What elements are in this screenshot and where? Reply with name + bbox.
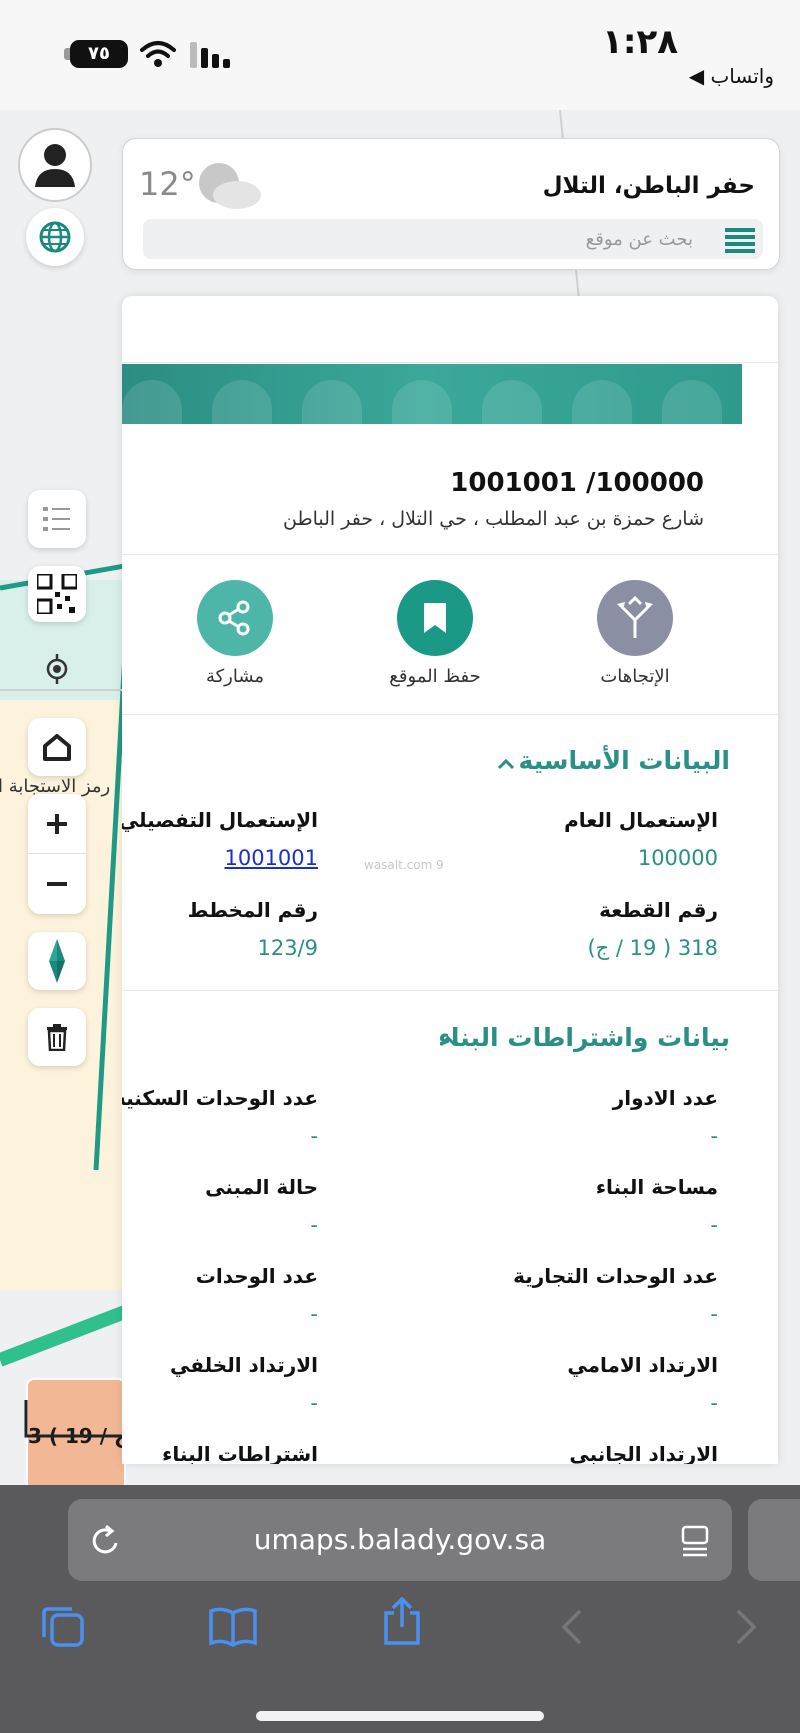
current-location-title: حفر الباطن، التلال <box>542 173 755 199</box>
side-setback-label: الارتداد الجانبي <box>569 1442 718 1464</box>
user-icon <box>35 144 75 187</box>
plan-number-value: 123/9 <box>257 936 318 960</box>
qr-code-icon <box>37 574 77 614</box>
share-sheet-icon[interactable] <box>382 1597 422 1645</box>
battery-icon: ٧٥ <box>70 40 128 68</box>
save-location-button[interactable]: حفظ الموقع <box>360 580 510 687</box>
watermark: wasalt.com 9 <box>364 858 444 872</box>
share-button[interactable]: مشاركة <box>160 580 310 687</box>
directions-button[interactable]: الإتجاهات <box>560 580 710 687</box>
units-count-label: عدد الوحدات <box>195 1264 318 1288</box>
home-indicator <box>256 1711 544 1721</box>
front-setback-value: - <box>710 1391 718 1415</box>
language-button[interactable] <box>26 208 84 266</box>
reader-mode-icon[interactable] <box>680 1525 710 1557</box>
divider <box>122 362 778 363</box>
decorative-banner <box>122 364 742 424</box>
chevron-up-icon[interactable] <box>436 1029 460 1053</box>
bookmark-icon <box>397 580 473 656</box>
home-extent-button[interactable] <box>28 718 86 776</box>
front-setback-label: الارتداد الامامي <box>567 1353 718 1377</box>
status-bar: ١:٢٨ ◀ واتساب ٧٥ <box>0 0 800 110</box>
units-count-value: - <box>310 1302 318 1326</box>
locate-me-button[interactable] <box>28 640 86 698</box>
rear-setback-value: - <box>310 1391 318 1415</box>
compass-icon <box>49 939 65 983</box>
detailed-use-label: الإستعمال التفصيلي <box>122 808 318 832</box>
qr-code-button[interactable] <box>28 566 86 622</box>
zoom-control <box>28 794 86 914</box>
residential-units-label: عدد الوحدات السكنية <box>122 1086 318 1110</box>
detailed-use-link[interactable]: 1001001 <box>224 846 318 870</box>
floors-count-value: - <box>710 1124 718 1148</box>
zoom-out-button[interactable] <box>28 854 86 914</box>
divider <box>122 990 778 991</box>
general-use-label: الإستعمال العام <box>564 808 718 832</box>
commercial-units-value: - <box>710 1302 718 1326</box>
building-info-section-toggle[interactable]: بيانات واشتراطات البناء <box>438 1023 730 1052</box>
parcel-address: شارع حمزة بن عبد المطلب ، حي التلال ، حف… <box>283 508 704 530</box>
back-to-app-link[interactable]: ◀ واتساب <box>689 64 774 88</box>
building-status-label: حالة المبنى <box>205 1175 318 1199</box>
tabs-icon[interactable] <box>40 1605 86 1649</box>
general-use-value: 100000 <box>637 846 718 870</box>
url-text: umaps.balady.gov.sa <box>253 1523 547 1556</box>
compass-button[interactable] <box>28 932 86 990</box>
parcel-number-value: 318 ( 19 / ج) <box>587 936 718 960</box>
share-icon <box>197 580 273 656</box>
forward-arrow-icon[interactable] <box>734 1609 758 1645</box>
parcel-number-label: رقم القطعة <box>599 898 718 922</box>
share-label: مشاركة <box>205 666 265 687</box>
commercial-units-label: عدد الوحدات التجارية <box>513 1264 718 1288</box>
building-requirements-label: اشتراطات البناء <box>162 1442 318 1464</box>
search-card: حفر الباطن، التلال 12° <box>122 138 780 270</box>
basic-info-section-toggle[interactable]: البيانات الأساسية <box>519 746 730 775</box>
divider <box>122 554 778 555</box>
trash-icon <box>47 1024 67 1051</box>
browser-bottom-bar: umaps.balady.gov.sa <box>0 1485 800 1733</box>
clear-button[interactable] <box>28 1008 86 1066</box>
legend-button[interactable] <box>28 490 86 548</box>
parcel-id: 1001001 /100000 <box>450 468 704 498</box>
cellular-signal-icon <box>190 42 230 68</box>
building-area-value: - <box>710 1213 718 1237</box>
wifi-icon <box>140 41 176 67</box>
building-status-value: - <box>310 1213 318 1237</box>
floors-count-label: عدد الادوار <box>612 1086 718 1110</box>
chevron-up-icon[interactable] <box>494 752 518 776</box>
bookmarks-icon[interactable] <box>208 1605 258 1649</box>
back-arrow-icon[interactable] <box>560 1609 584 1645</box>
search-box <box>143 219 763 259</box>
zoom-in-button[interactable] <box>28 794 86 854</box>
divider <box>122 714 778 715</box>
minus-icon <box>47 882 67 886</box>
scale-bar <box>24 1400 132 1438</box>
hamburger-menu-icon[interactable] <box>725 227 755 253</box>
temperature: 12° <box>139 165 196 203</box>
list-icon <box>43 507 70 531</box>
parcel-details-panel: 1001001 /100000 شارع حمزة بن عبد المطلب … <box>122 296 778 1464</box>
home-icon <box>43 734 71 761</box>
directions-label: الإتجاهات <box>600 666 670 687</box>
plus-icon <box>47 813 67 834</box>
search-input[interactable] <box>143 219 703 259</box>
save-location-label: حفظ الموقع <box>389 666 481 687</box>
plan-number-label: رقم المخطط <box>187 898 318 922</box>
building-area-label: مساحة البناء <box>595 1175 718 1199</box>
rear-setback-label: الارتداد الخلفي <box>170 1353 318 1377</box>
residential-units-value: - <box>310 1124 318 1148</box>
globe-icon <box>39 221 71 253</box>
user-avatar-button[interactable] <box>18 128 92 202</box>
directions-icon <box>597 580 673 656</box>
address-bar[interactable]: umaps.balady.gov.sa <box>68 1499 732 1581</box>
next-tab-preview[interactable] <box>748 1499 800 1581</box>
crosshair-icon <box>46 654 68 684</box>
clock: ١:٢٨ <box>602 22 678 62</box>
cloud-icon <box>199 163 261 209</box>
